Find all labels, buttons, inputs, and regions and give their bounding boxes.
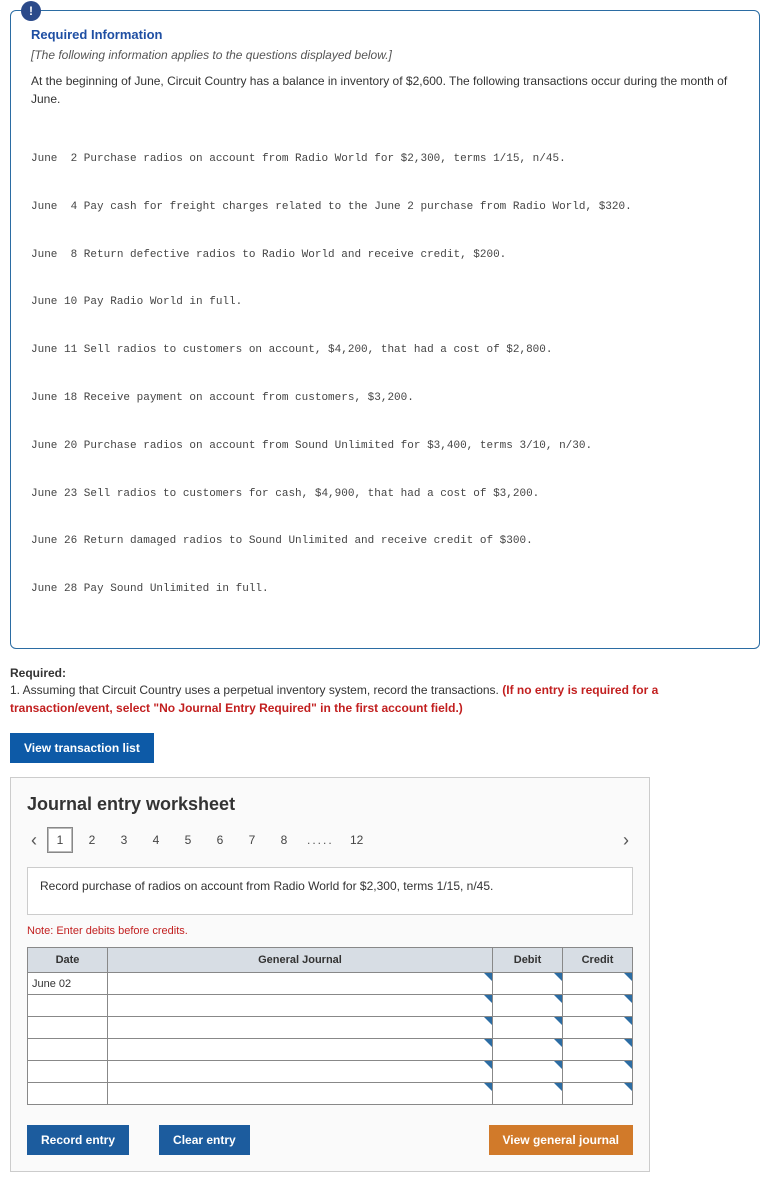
credit-cell[interactable] (563, 995, 633, 1017)
account-cell[interactable] (108, 1083, 493, 1105)
debit-cell[interactable] (493, 973, 563, 995)
card-title: Required Information (31, 27, 739, 42)
credit-cell[interactable] (563, 1061, 633, 1083)
required-instructions: Required: 1. Assuming that Circuit Count… (10, 665, 760, 717)
required-text: 1. Assuming that Circuit Country uses a … (10, 683, 502, 697)
transaction-line: June 2 Purchase radios on account from R… (31, 152, 739, 168)
header-general-journal: General Journal (108, 948, 493, 973)
credit-cell[interactable] (563, 1083, 633, 1105)
transaction-line: June 4 Pay cash for freight charges rela… (31, 200, 739, 216)
account-cell[interactable] (108, 973, 493, 995)
page-3[interactable]: 3 (111, 827, 137, 853)
journal-entry-table: Date General Journal Debit Credit June 0… (27, 947, 633, 1105)
debits-before-credits-note: Note: Enter debits before credits. (27, 925, 633, 937)
account-cell[interactable] (108, 1061, 493, 1083)
pager-ellipsis: ..... (303, 833, 338, 847)
header-debit: Debit (493, 948, 563, 973)
debit-cell[interactable] (493, 995, 563, 1017)
table-row (28, 995, 633, 1017)
debit-cell[interactable] (493, 1017, 563, 1039)
alert-badge-icon: ! (21, 1, 41, 21)
credit-cell[interactable] (563, 973, 633, 995)
transaction-line: June 18 Receive payment on account from … (31, 391, 739, 407)
credit-cell[interactable] (563, 1017, 633, 1039)
required-label: Required: (10, 666, 66, 680)
page-5[interactable]: 5 (175, 827, 201, 853)
clear-entry-button[interactable]: Clear entry (159, 1125, 250, 1155)
date-cell[interactable]: June 02 (28, 973, 108, 995)
header-credit: Credit (563, 948, 633, 973)
page-4[interactable]: 4 (143, 827, 169, 853)
card-subtitle: [The following information applies to th… (31, 48, 739, 62)
account-cell[interactable] (108, 1017, 493, 1039)
debit-cell[interactable] (493, 1061, 563, 1083)
date-cell[interactable] (28, 1039, 108, 1061)
table-row: June 02 (28, 973, 633, 995)
pager: ‹ 1 2 3 4 5 6 7 8 ..... 12 › (27, 827, 633, 853)
date-cell[interactable] (28, 1017, 108, 1039)
table-row (28, 1083, 633, 1105)
view-transaction-list-button[interactable]: View transaction list (10, 733, 154, 763)
debit-cell[interactable] (493, 1039, 563, 1061)
worksheet-button-row: Record entry Clear entry View general jo… (27, 1125, 633, 1155)
date-cell[interactable] (28, 1061, 108, 1083)
chevron-left-icon[interactable]: ‹ (27, 830, 41, 851)
date-cell[interactable] (28, 1083, 108, 1105)
page-7[interactable]: 7 (239, 827, 265, 853)
view-general-journal-button[interactable]: View general journal (489, 1125, 633, 1155)
page-8[interactable]: 8 (271, 827, 297, 853)
worksheet-title: Journal entry worksheet (27, 794, 633, 815)
record-entry-button[interactable]: Record entry (27, 1125, 129, 1155)
chevron-right-icon[interactable]: › (619, 830, 633, 851)
header-date: Date (28, 948, 108, 973)
journal-entry-worksheet: Journal entry worksheet ‹ 1 2 3 4 5 6 7 … (10, 777, 650, 1172)
credit-cell[interactable] (563, 1039, 633, 1061)
transaction-line: June 11 Sell radios to customers on acco… (31, 343, 739, 359)
table-row (28, 1039, 633, 1061)
page-6[interactable]: 6 (207, 827, 233, 853)
intro-paragraph: At the beginning of June, Circuit Countr… (31, 72, 739, 108)
page-12[interactable]: 12 (344, 827, 370, 853)
required-information-card: ! Required Information [The following in… (10, 10, 760, 649)
account-cell[interactable] (108, 1039, 493, 1061)
account-cell[interactable] (108, 995, 493, 1017)
transactions-list: June 2 Purchase radios on account from R… (31, 120, 739, 630)
transaction-line: June 10 Pay Radio World in full. (31, 295, 739, 311)
page-1[interactable]: 1 (47, 827, 73, 853)
table-row (28, 1061, 633, 1083)
transaction-line: June 20 Purchase radios on account from … (31, 439, 739, 455)
transaction-line: June 23 Sell radios to customers for cas… (31, 487, 739, 503)
entry-instruction: Record purchase of radios on account fro… (27, 867, 633, 915)
page-2[interactable]: 2 (79, 827, 105, 853)
transaction-line: June 28 Pay Sound Unlimited in full. (31, 582, 739, 598)
debit-cell[interactable] (493, 1083, 563, 1105)
transaction-line: June 8 Return defective radios to Radio … (31, 248, 739, 264)
transaction-line: June 26 Return damaged radios to Sound U… (31, 534, 739, 550)
date-cell[interactable] (28, 995, 108, 1017)
table-row (28, 1017, 633, 1039)
